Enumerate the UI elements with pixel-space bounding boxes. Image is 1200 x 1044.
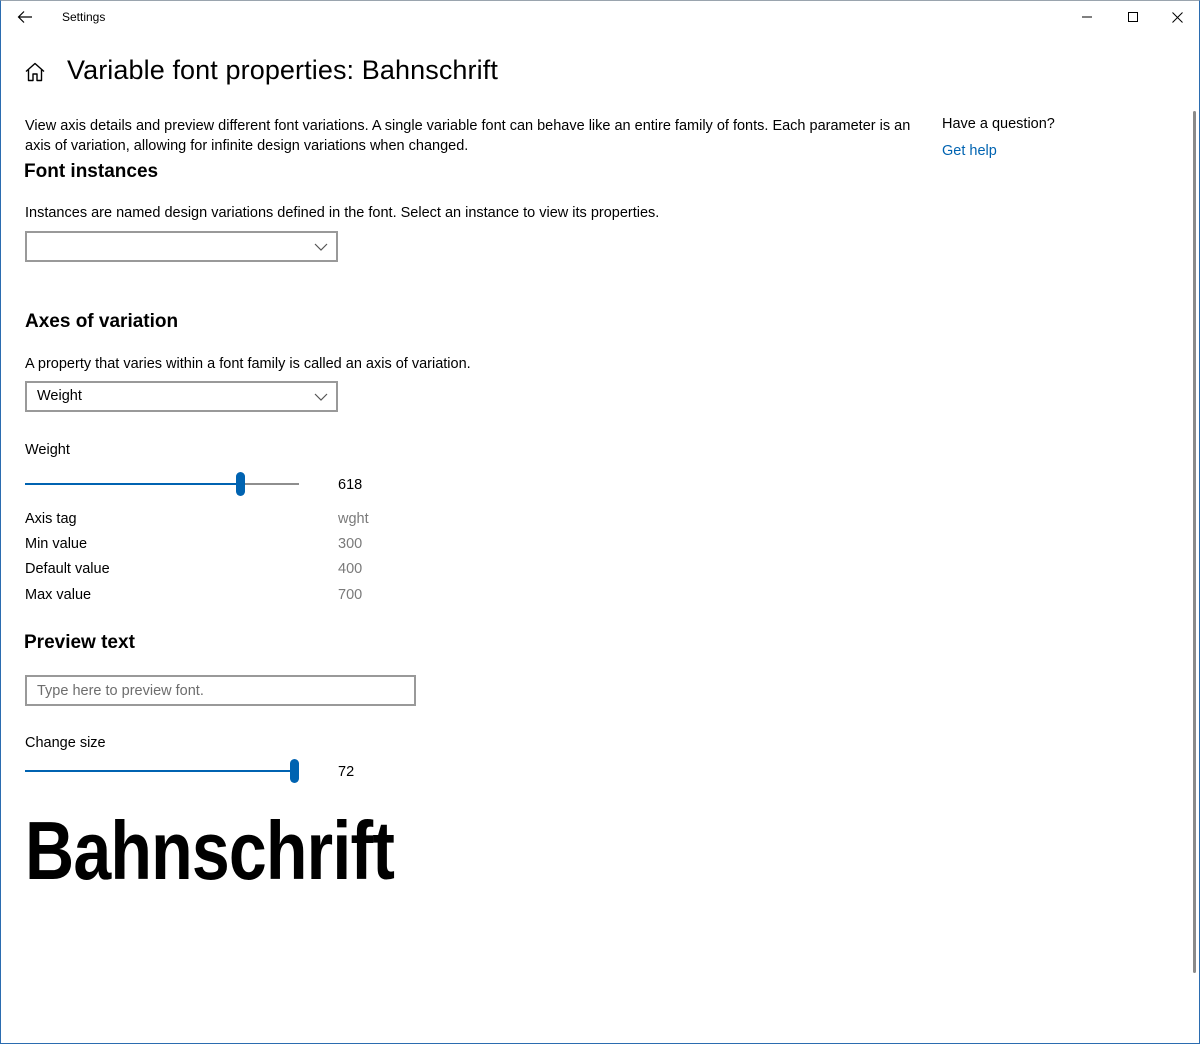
weight-slider-fill	[25, 483, 236, 485]
close-icon	[1171, 11, 1183, 23]
weight-slider-label: Weight	[25, 442, 70, 458]
axis-tag-value: wght	[338, 511, 369, 527]
home-button[interactable]	[24, 61, 46, 83]
close-button[interactable]	[1154, 1, 1200, 33]
size-slider[interactable]	[25, 759, 299, 783]
font-preview-sample: Bahnschrift	[25, 804, 395, 897]
minimize-icon	[1082, 16, 1092, 18]
maximize-button[interactable]	[1110, 1, 1156, 33]
chevron-down-icon	[314, 393, 328, 401]
min-value: 300	[338, 536, 363, 552]
font-instance-dropdown[interactable]	[25, 231, 338, 262]
min-value-label: Min value	[25, 536, 88, 552]
size-slider-value: 72	[338, 764, 355, 780]
app-title: Settings	[62, 10, 106, 24]
axes-title: Axes of variation	[25, 311, 179, 332]
weight-slider-value: 618	[338, 477, 363, 493]
home-icon	[25, 62, 45, 82]
font-instances-description: Instances are named design variations de…	[25, 205, 660, 221]
axis-selected: Weight	[37, 388, 82, 404]
axis-dropdown[interactable]: Weight	[25, 381, 338, 412]
settings-window: Settings Variable font properties: Bahns…	[0, 0, 1200, 1044]
title-bar: Settings	[1, 1, 1199, 33]
axes-description: A property that varies within a font fam…	[25, 356, 471, 372]
font-instances-title: Font instances	[24, 161, 159, 182]
back-button[interactable]	[9, 5, 41, 29]
get-help-link[interactable]: Get help	[942, 143, 997, 159]
default-value: 400	[338, 561, 363, 577]
preview-text-input[interactable]	[25, 675, 416, 706]
page-description: View axis details and preview different …	[25, 118, 911, 154]
weight-slider-thumb[interactable]	[236, 472, 245, 496]
help-question: Have a question?	[942, 116, 1055, 132]
default-value-label: Default value	[25, 561, 110, 577]
chevron-down-icon	[314, 243, 328, 251]
weight-slider-track	[245, 483, 299, 485]
size-slider-thumb[interactable]	[290, 759, 299, 783]
minimize-button[interactable]	[1064, 1, 1110, 33]
max-value: 700	[338, 587, 363, 603]
weight-slider[interactable]	[25, 472, 299, 496]
axis-tag-label: Axis tag	[25, 511, 77, 527]
max-value-label: Max value	[25, 587, 92, 603]
size-slider-fill	[25, 770, 290, 772]
page-title: Variable font properties: Bahnschrift	[67, 55, 498, 85]
change-size-label: Change size	[25, 735, 106, 751]
preview-title: Preview text	[24, 632, 135, 653]
maximize-icon	[1128, 12, 1138, 22]
arrow-left-icon	[17, 11, 32, 23]
vertical-scrollbar[interactable]	[1193, 111, 1196, 973]
